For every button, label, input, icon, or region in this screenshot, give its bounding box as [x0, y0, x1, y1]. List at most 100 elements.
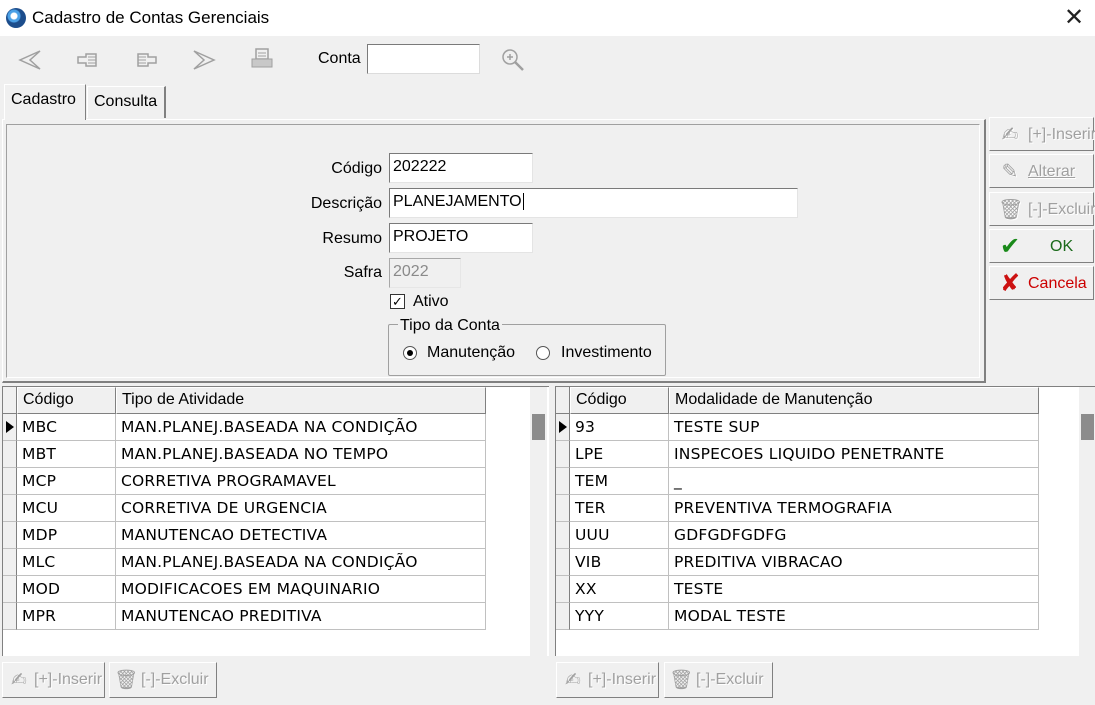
previous-record-icon[interactable]	[74, 46, 102, 74]
descricao-field[interactable]: PLANEJAMENTO	[389, 188, 798, 218]
trash-icon: 🗑	[114, 670, 139, 691]
row-indicator[interactable]	[556, 495, 570, 522]
left-grid-scrollbar[interactable]	[530, 387, 547, 656]
first-record-icon[interactable]	[16, 46, 44, 74]
conta-input[interactable]	[367, 44, 480, 74]
table-cell-codigo[interactable]: MPR	[17, 603, 116, 630]
cancela-button[interactable]: ✘ Cancela	[989, 266, 1094, 300]
table-cell-descricao[interactable]: MAN.PLANEJ.BASEADA NA CONDIÇÃO	[116, 414, 486, 441]
print-icon[interactable]	[248, 46, 276, 74]
table-cell-codigo[interactable]: MOD	[17, 576, 116, 603]
row-indicator[interactable]	[556, 603, 570, 630]
investimento-label[interactable]: Investimento	[561, 344, 652, 362]
tab-cadastro-label: Cadastro	[11, 91, 76, 108]
row-indicator[interactable]	[556, 549, 570, 576]
row-indicator[interactable]	[3, 495, 17, 522]
next-record-icon[interactable]	[132, 46, 160, 74]
window-title: Cadastro de Contas Gerenciais	[32, 8, 270, 27]
table-cell-codigo[interactable]: TER	[570, 495, 669, 522]
table-cell-codigo[interactable]: YYY	[570, 603, 669, 630]
table-cell-codigo[interactable]: MCU	[17, 495, 116, 522]
table-cell-descricao[interactable]: PREDITIVA VIBRACAO	[669, 549, 1039, 576]
right-inserir-button[interactable]: ✍ [+]-Inserir	[556, 662, 659, 698]
table-cell-descricao[interactable]: MAN.PLANEJ.BASEADA NA CONDIÇÃO	[116, 549, 486, 576]
table-cell-descricao[interactable]: MODIFICACOES EM MAQUINARIO	[116, 576, 486, 603]
table-cell-descricao[interactable]: PREVENTIVA TERMOGRAFIA	[669, 495, 1039, 522]
table-cell-codigo[interactable]: XX	[570, 576, 669, 603]
table-cell-codigo[interactable]: MBT	[17, 441, 116, 468]
cancela-label: Cancela	[1028, 275, 1087, 292]
table-cell-codigo[interactable]: TEM	[570, 468, 669, 495]
row-indicator[interactable]	[3, 549, 17, 576]
insert-record-icon: ✍	[565, 670, 581, 691]
edit-record-icon: ✎	[1001, 161, 1019, 183]
table-cell-descricao[interactable]: MANUTENCAO DETECTIVA	[116, 522, 486, 549]
trash-icon: 🗑	[669, 670, 694, 691]
right-grid-scrollbar[interactable]	[1079, 387, 1095, 656]
tab-consulta-label: Consulta	[94, 93, 158, 110]
ativo-label[interactable]: Ativo	[413, 293, 449, 311]
grid-corner	[3, 387, 17, 414]
row-indicator[interactable]	[556, 576, 570, 603]
excluir-button[interactable]: 🗑 [-]-Excluir	[989, 192, 1095, 226]
column-header-tipo-atividade[interactable]: Tipo de Atividade	[116, 387, 486, 414]
row-indicator[interactable]	[3, 603, 17, 630]
table-cell-descricao[interactable]: MAN.PLANEJ.BASEADA NO TEMPO	[116, 441, 486, 468]
table-cell-descricao[interactable]: TESTE	[669, 576, 1039, 603]
current-row-indicator[interactable]	[3, 414, 17, 441]
conta-label: Conta	[318, 50, 361, 67]
row-indicator[interactable]	[3, 576, 17, 603]
table-cell-descricao[interactable]: MODAL TESTE	[669, 603, 1039, 630]
row-indicator[interactable]	[3, 522, 17, 549]
right-excluir-label: [-]-Excluir	[696, 671, 764, 688]
column-header-modalidade[interactable]: Modalidade de Manutenção	[669, 387, 1039, 414]
table-cell-codigo[interactable]: MLC	[17, 549, 116, 576]
column-header-codigo[interactable]: Código	[17, 387, 116, 414]
tab-consulta[interactable]: Consulta	[87, 86, 166, 118]
table-cell-descricao[interactable]: TESTE SUP	[669, 414, 1039, 441]
table-cell-codigo[interactable]: UUU	[570, 522, 669, 549]
table-cell-codigo[interactable]: VIB	[570, 549, 669, 576]
ok-button[interactable]: ✔ OK	[989, 229, 1094, 263]
row-indicator[interactable]	[3, 468, 17, 495]
codigo-field[interactable]: 202222	[389, 153, 533, 183]
resumo-label: Resumo	[322, 230, 382, 247]
current-row-indicator[interactable]	[556, 414, 570, 441]
alterar-button[interactable]: ✎ Alterar	[989, 154, 1094, 188]
column-header-codigo[interactable]: Código	[570, 387, 669, 414]
table-cell-codigo[interactable]: MDP	[17, 522, 116, 549]
table-cell-descricao[interactable]: GDFGDFGDFG	[669, 522, 1039, 549]
table-cell-descricao[interactable]: _	[669, 468, 1039, 495]
inserir-button[interactable]: ✍ [+]-Inserir	[989, 117, 1095, 151]
last-record-icon[interactable]	[190, 46, 218, 74]
close-button[interactable]: ✕	[1060, 4, 1088, 32]
table-cell-descricao[interactable]: INSPECOES LIQUIDO PENETRANTE	[669, 441, 1039, 468]
tab-cadastro[interactable]: Cadastro	[4, 84, 86, 120]
investimento-radio[interactable]	[536, 346, 550, 360]
table-cell-codigo[interactable]: 93	[570, 414, 669, 441]
table-cell-codigo[interactable]: LPE	[570, 441, 669, 468]
table-cell-codigo[interactable]: MCP	[17, 468, 116, 495]
right-grid-scroll-thumb[interactable]	[1081, 414, 1094, 440]
grid-corner	[556, 387, 570, 414]
left-grid-scroll-thumb[interactable]	[532, 414, 545, 440]
row-indicator[interactable]	[556, 468, 570, 495]
left-inserir-button[interactable]: ✍ [+]-Inserir	[2, 662, 105, 698]
modalidade-grid: Código Modalidade de Manutenção 93 TESTE …	[555, 386, 1095, 656]
table-cell-codigo[interactable]: MBC	[17, 414, 116, 441]
safra-field: 2022	[389, 258, 461, 288]
row-indicator[interactable]	[556, 441, 570, 468]
ativo-checkbox[interactable]: ✓	[390, 294, 405, 309]
manutencao-radio[interactable]	[403, 346, 417, 360]
table-cell-descricao[interactable]: MANUTENCAO PREDITIVA	[116, 603, 486, 630]
row-indicator[interactable]	[556, 522, 570, 549]
table-cell-descricao[interactable]: CORRETIVA DE URGENCIA	[116, 495, 486, 522]
table-cell-descricao[interactable]: CORRETIVA PROGRAMAVEL	[116, 468, 486, 495]
manutencao-label[interactable]: Manutenção	[427, 344, 515, 362]
row-indicator[interactable]	[3, 441, 17, 468]
left-excluir-button[interactable]: 🗑 [-]-Excluir	[109, 662, 217, 698]
zoom-icon[interactable]	[499, 46, 527, 74]
resumo-field[interactable]: PROJETO	[389, 223, 533, 253]
descricao-label: Descrição	[310, 195, 382, 212]
right-excluir-button[interactable]: 🗑 [-]-Excluir	[664, 662, 773, 698]
